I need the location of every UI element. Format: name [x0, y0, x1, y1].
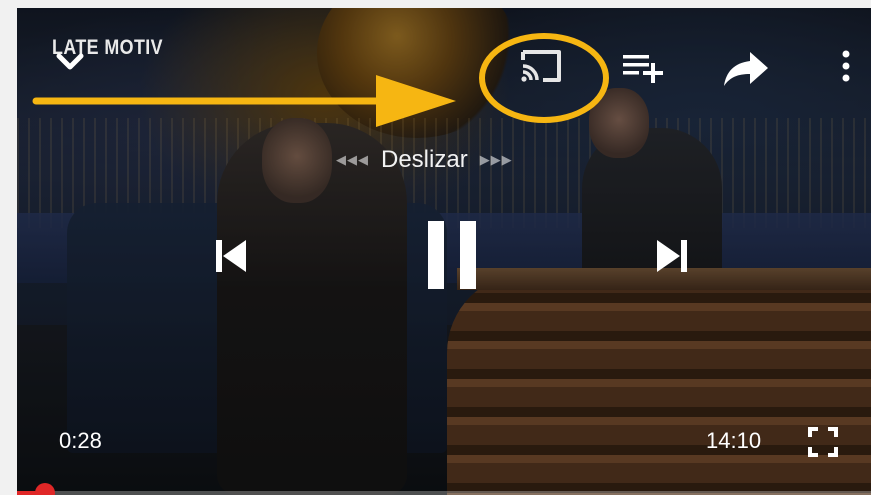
video-player[interactable]: LATE MOTIV ◀◀◀ Deslizar ▶▶▶ 0:28 14:10: [17, 8, 871, 495]
player-controls: LATE MOTIV ◀◀◀ Deslizar ▶▶▶ 0:28 14:10: [17, 8, 871, 495]
current-time: 0:28: [59, 428, 102, 453]
seek-hint-label: Deslizar: [381, 146, 468, 173]
fullscreen-icon: [808, 427, 838, 457]
seek-back-arrows: ◀◀◀: [336, 152, 369, 168]
progress-scrubber-handle[interactable]: [35, 483, 56, 495]
next-button[interactable]: [648, 230, 698, 282]
playlist-add-icon: [623, 55, 663, 83]
chevron-down-icon: [56, 53, 84, 70]
seek-hint: ◀◀◀ Deslizar ▶▶▶: [336, 146, 513, 174]
page-frame: LATE MOTIV ◀◀◀ Deslizar ▶▶▶ 0:28 14:10: [0, 0, 871, 495]
cast-button[interactable]: [513, 44, 569, 88]
pause-icon: [428, 221, 476, 289]
play-pause-button[interactable]: [415, 213, 489, 297]
share-button[interactable]: [717, 44, 775, 92]
more-vertical-icon: [842, 50, 850, 82]
add-to-queue-button[interactable]: [617, 48, 669, 88]
skip-previous-icon: [216, 240, 246, 272]
duration: 14:10: [706, 428, 762, 453]
previous-button[interactable]: [205, 230, 255, 282]
more-options-button[interactable]: [832, 44, 860, 88]
progress-bar[interactable]: [17, 483, 871, 495]
fullscreen-button[interactable]: [801, 422, 845, 462]
share-icon: [724, 52, 768, 86]
cast-icon: [521, 50, 561, 82]
seek-forward-arrows: ▶▶▶: [479, 152, 513, 168]
collapse-button[interactable]: [50, 44, 90, 80]
skip-next-icon: [657, 240, 687, 272]
